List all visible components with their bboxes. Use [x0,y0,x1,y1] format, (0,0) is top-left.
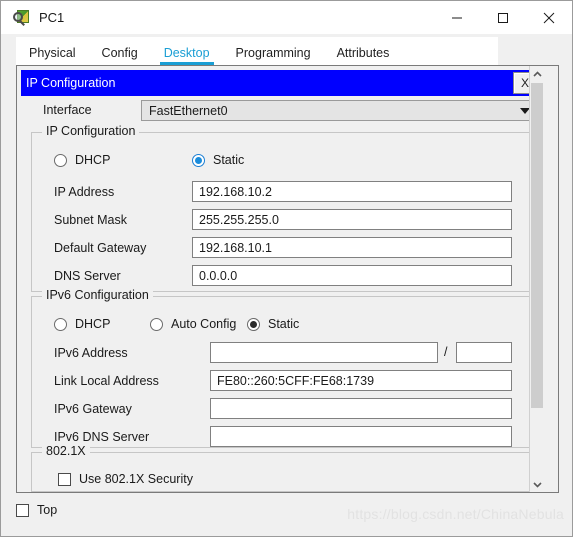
window-titlebar: PC1 [1,1,572,34]
dns-server-label: DNS Server [54,269,121,283]
dns-server-value: 0.0.0.0 [199,268,238,283]
scrollbar-thumb[interactable] [531,83,543,408]
dot1x-group-title: 802.1X [42,445,90,458]
ipv4-group-title: IP Configuration [42,125,140,138]
ipv6-address-label: IPv6 Address [54,346,128,360]
close-icon[interactable] [526,1,572,34]
checkbox-indicator [16,503,29,517]
ip-address-value: 192.168.10.2 [199,184,272,199]
link-local-address-input[interactable]: FE80::260:5CFF:FE68:1739 [210,370,512,391]
ipv6-dhcp-radio[interactable]: DHCP [54,317,110,331]
subnet-mask-label: Subnet Mask [54,213,127,227]
use-dot1x-security-label: Use 802.1X Security [79,472,193,486]
radio-indicator [192,153,205,167]
top-checkbox[interactable]: Top [16,503,57,517]
pc-device-window: PC1 Physical Config Desktop Programming … [0,0,573,537]
ipv4-static-radio[interactable]: Static [192,153,244,167]
panel-scrollbar[interactable] [529,66,544,492]
radio-indicator [247,317,260,331]
dot1x-group: 802.1X Use 802.1X Security [31,445,531,492]
ipv6-gateway-label: IPv6 Gateway [54,402,132,416]
interface-row: Interface FastEthernet0 [21,100,539,122]
ipv6-prefix-input[interactable] [456,342,512,363]
watermark-text: https://blog.csdn.net/ChinaNebula [347,506,564,522]
top-checkbox-label: Top [37,503,58,517]
chevron-down-icon[interactable] [530,476,544,492]
maximize-icon[interactable] [480,1,526,34]
interface-label: Interface [43,103,92,117]
ipv6-gateway-input[interactable] [210,398,512,419]
dns-server-input[interactable]: 0.0.0.0 [192,265,512,286]
desktop-panel: IP Configuration X Interface FastEtherne… [16,65,559,493]
ipv4-dhcp-label: DHCP [75,153,111,167]
default-gateway-label: Default Gateway [54,241,147,255]
applet-caption-bar: IP Configuration X [21,70,539,96]
ipv6-dhcp-label: DHCP [75,317,111,331]
radio-indicator [54,153,67,167]
ipv6-prefix-separator: / [444,345,448,359]
default-gateway-value: 192.168.10.1 [199,240,272,255]
ipv6-dns-server-input[interactable] [210,426,512,447]
subnet-mask-input[interactable]: 255.255.255.0 [192,209,512,230]
ipv6-dns-server-label: IPv6 DNS Server [54,430,150,444]
ipv6-address-input[interactable] [210,342,438,363]
link-local-address-label: Link Local Address [54,374,159,388]
ipv6-static-label: Static [268,317,300,331]
interface-selected-value: FastEthernet0 [149,103,228,118]
radio-indicator [150,317,163,331]
ipv4-static-label: Static [213,153,245,167]
chevron-up-icon[interactable] [530,66,544,82]
default-gateway-input[interactable]: 192.168.10.1 [192,237,512,258]
tab-attributes[interactable]: Attributes [324,46,403,66]
ipv6-group-title: IPv6 Configuration [42,289,153,302]
tab-programming[interactable]: Programming [223,46,324,66]
packet-tracer-icon [13,9,31,27]
window-title: PC1 [39,10,65,25]
checkbox-indicator [58,472,71,486]
tab-physical[interactable]: Physical [16,46,89,66]
ipv6-auto-config-radio[interactable]: Auto Config [150,317,236,331]
window-controls [434,1,572,34]
tab-config[interactable]: Config [89,46,151,66]
link-local-address-value: FE80::260:5CFF:FE68:1739 [217,373,375,388]
ipv4-configuration-group: IP Configuration DHCP Static IP Address … [31,125,531,292]
ip-address-input[interactable]: 192.168.10.2 [192,181,512,202]
use-dot1x-security-checkbox[interactable]: Use 802.1X Security [58,472,193,486]
ipv6-static-radio[interactable]: Static [247,317,299,331]
ip-configuration-applet: IP Configuration X Interface FastEtherne… [17,66,544,492]
radio-indicator [54,317,67,331]
minimize-icon[interactable] [434,1,480,34]
ipv6-auto-config-label: Auto Config [171,317,237,331]
ipv4-dhcp-radio[interactable]: DHCP [54,153,110,167]
ipv6-configuration-group: IPv6 Configuration DHCP Auto Config Stat… [31,289,531,448]
applet-title: IP Configuration [26,75,116,90]
device-tabs: Physical Config Desktop Programming Attr… [16,37,498,65]
interface-select[interactable]: FastEthernet0 [141,100,539,121]
subnet-mask-value: 255.255.255.0 [199,212,279,227]
ip-address-label: IP Address [54,185,115,199]
tab-desktop[interactable]: Desktop [151,46,223,66]
